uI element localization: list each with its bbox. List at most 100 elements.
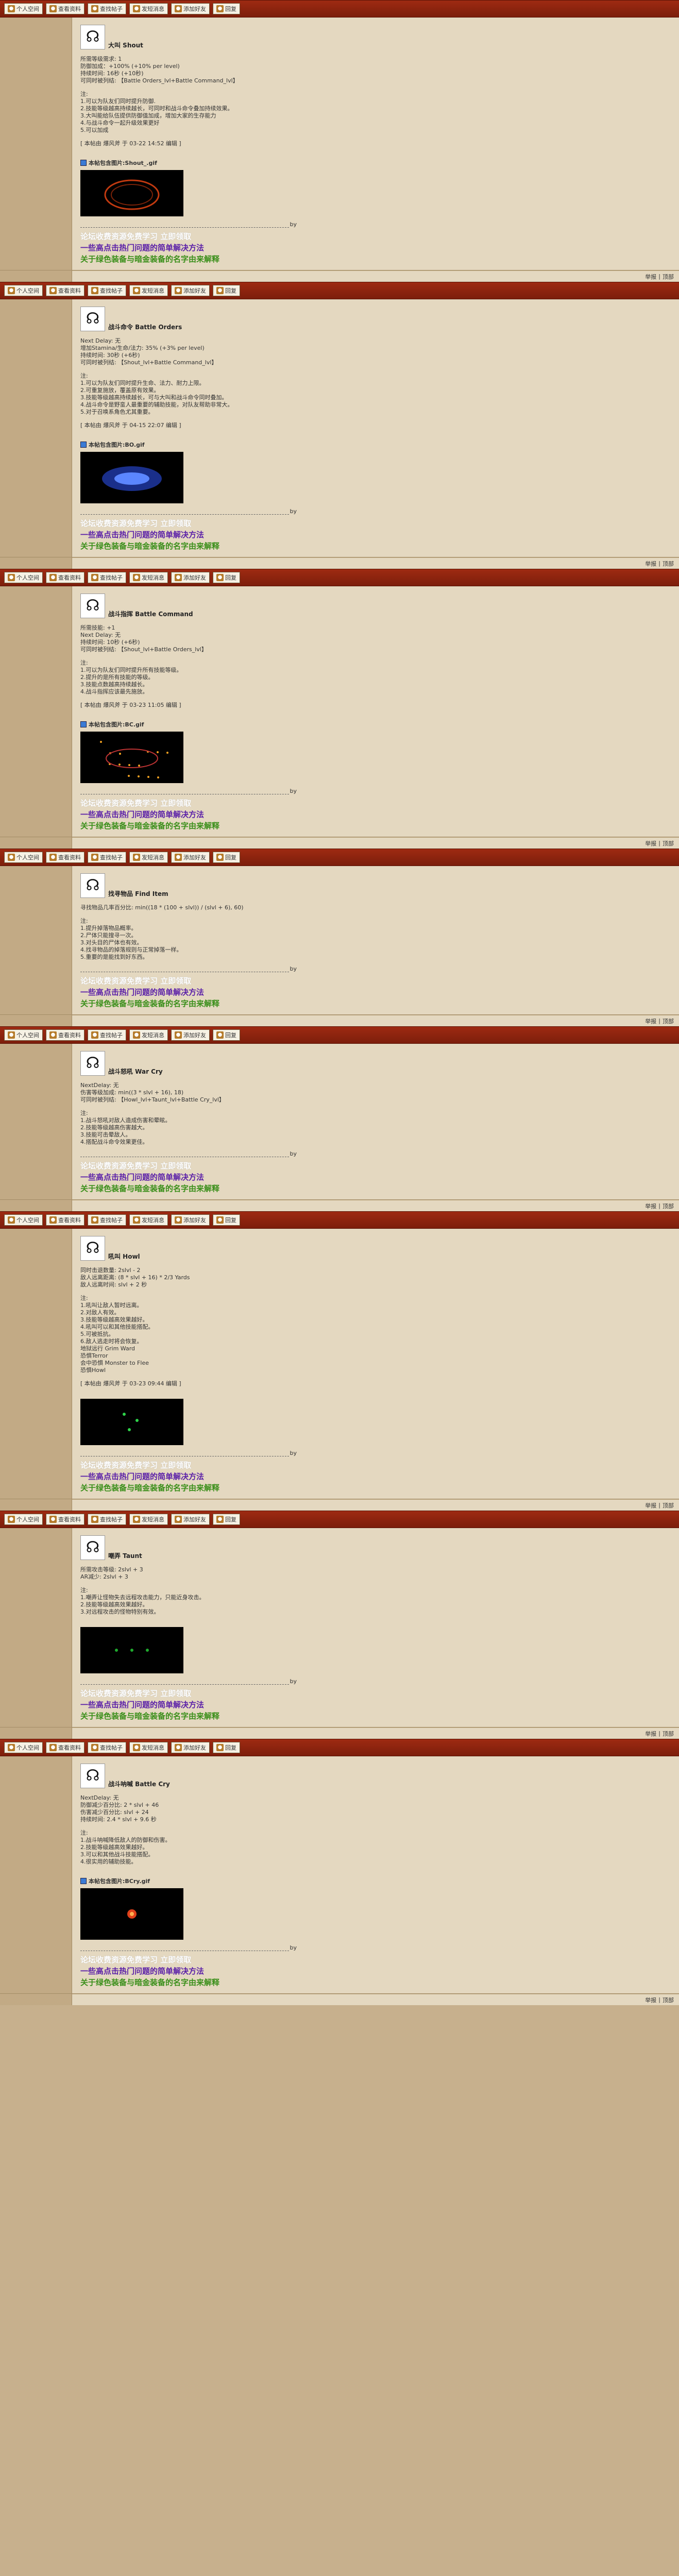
post-footer-side: [0, 1200, 72, 1211]
toolbar-button[interactable]: ● 回复: [213, 852, 240, 863]
toolbar-button[interactable]: ● 个人空间: [4, 572, 43, 583]
toolbar-button[interactable]: ● 回复: [213, 1214, 240, 1226]
attachment-filename[interactable]: 本帖包含图片:Shout_.gif: [89, 159, 157, 167]
toolbar-button[interactable]: ● 发短消息: [129, 1029, 168, 1041]
toolbar-button[interactable]: ● 个人空间: [4, 285, 43, 296]
top-link[interactable]: 顶部: [663, 839, 674, 848]
attachment-filename[interactable]: 本帖包含图片:BCry.gif: [89, 1877, 150, 1885]
toolbar-button[interactable]: ● 添加好友: [171, 1742, 210, 1753]
toolbar-button[interactable]: ● 查找帖子: [88, 852, 126, 863]
report-link[interactable]: 举报: [645, 1202, 656, 1210]
toolbar-button[interactable]: ● 个人空间: [4, 1214, 43, 1226]
signature-link-2[interactable]: 一些高点击热门问题的简单解决方法: [80, 242, 670, 253]
toolbar-button[interactable]: ● 回复: [213, 1029, 240, 1041]
report-link[interactable]: 举报: [645, 273, 656, 281]
toolbar-button[interactable]: ● 发短消息: [129, 1514, 168, 1525]
signature-link-3[interactable]: 关于绿色装备与暗金装备的名字由来解释: [80, 253, 670, 265]
toolbar-button[interactable]: ● 回复: [213, 285, 240, 296]
signature-link-1[interactable]: 论坛收费资源免费学习 立即领取: [80, 1688, 670, 1699]
toolbar-button[interactable]: ● 回复: [213, 572, 240, 583]
toolbar-button[interactable]: ● 查找帖子: [88, 1214, 126, 1226]
signature-link-3[interactable]: 关于绿色装备与暗金装备的名字由来解释: [80, 998, 670, 1009]
signature-link-2[interactable]: 一些高点击热门问题的简单解决方法: [80, 987, 670, 998]
signature-link-1[interactable]: 论坛收费资源免费学习 立即领取: [80, 1460, 670, 1471]
toolbar-button[interactable]: ● 个人空间: [4, 3, 43, 14]
top-link[interactable]: 顶部: [663, 560, 674, 568]
signature-link-3[interactable]: 关于绿色装备与暗金装备的名字由来解释: [80, 540, 670, 552]
signature-link-3[interactable]: 关于绿色装备与暗金装备的名字由来解释: [80, 1710, 670, 1722]
toolbar-button[interactable]: ● 发短消息: [129, 1214, 168, 1226]
toolbar-button[interactable]: ● 个人空间: [4, 1514, 43, 1525]
toolbar-button[interactable]: ● 查看资料: [46, 1514, 84, 1525]
signature-link-2[interactable]: 一些高点击热门问题的简单解决方法: [80, 1699, 670, 1710]
signature-link-1[interactable]: 论坛收费资源免费学习 立即领取: [80, 975, 670, 987]
report-link[interactable]: 举报: [645, 1730, 656, 1738]
toolbar-button[interactable]: ● 发短消息: [129, 1742, 168, 1753]
toolbar-button[interactable]: ● 添加好友: [171, 572, 210, 583]
attachment-filename[interactable]: 本帖包含图片:BC.gif: [89, 720, 144, 728]
toolbar-button[interactable]: ● 回复: [213, 1742, 240, 1753]
signature-link-1[interactable]: 论坛收费资源免费学习 立即领取: [80, 518, 670, 529]
report-link[interactable]: 举报: [645, 560, 656, 568]
skill-attribute: 可同时被列结: 【Shout_lvl+Battle Command_lvl】: [80, 359, 217, 366]
toolbar-button[interactable]: ● 查找帖子: [88, 3, 126, 14]
toolbar-button[interactable]: ● 查看资料: [46, 1214, 84, 1226]
toolbar-button[interactable]: ● 回复: [213, 3, 240, 14]
skill-header: ☊ 战斗怒吼 War Cry: [80, 1051, 670, 1076]
toolbar-button[interactable]: ● 添加好友: [171, 852, 210, 863]
signature-link-3[interactable]: 关于绿色装备与暗金装备的名字由来解释: [80, 1482, 670, 1494]
signature-link-2[interactable]: 一些高点击热门问题的简单解决方法: [80, 1172, 670, 1183]
toolbar-button[interactable]: ● 查看资料: [46, 1742, 84, 1753]
toolbar-button[interactable]: ● 查看资料: [46, 572, 84, 583]
skill-note: 3.对头目的尸体也有效。: [80, 939, 143, 946]
report-link[interactable]: 举报: [645, 839, 656, 848]
toolbar-button[interactable]: ● 添加好友: [171, 1029, 210, 1041]
toolbar-button[interactable]: ● 个人空间: [4, 1029, 43, 1041]
post-footer-row: 举报 | 顶部: [0, 837, 679, 849]
skill-note: 3.技能点数越高持续越长。: [80, 681, 148, 688]
top-link[interactable]: 顶部: [663, 1202, 674, 1210]
signature-link-1[interactable]: 论坛收费资源免费学习 立即领取: [80, 231, 670, 242]
signature-link-1[interactable]: 论坛收费资源免费学习 立即领取: [80, 1160, 670, 1172]
signature-link-1[interactable]: 论坛收费资源免费学习 立即领取: [80, 1954, 670, 1965]
toolbar-button[interactable]: ● 查找帖子: [88, 1514, 126, 1525]
toolbar-button[interactable]: ● 查看资料: [46, 285, 84, 296]
signature-link-3[interactable]: 关于绿色装备与暗金装备的名字由来解释: [80, 1183, 670, 1194]
toolbar-button[interactable]: ● 个人空间: [4, 1742, 43, 1753]
top-link[interactable]: 顶部: [663, 1996, 674, 2004]
toolbar-button[interactable]: ● 发短消息: [129, 285, 168, 296]
toolbar-button[interactable]: ● 查看资料: [46, 3, 84, 14]
attachment-filename[interactable]: 本帖包含图片:BO.gif: [89, 440, 145, 449]
top-link[interactable]: 顶部: [663, 273, 674, 281]
toolbar-button[interactable]: ● 查看资料: [46, 852, 84, 863]
toolbar-button[interactable]: ● 回复: [213, 1514, 240, 1525]
toolbar-button[interactable]: ● 添加好友: [171, 3, 210, 14]
signature-link-3[interactable]: 关于绿色装备与暗金装备的名字由来解释: [80, 1977, 670, 1988]
toolbar-button[interactable]: ● 添加好友: [171, 1214, 210, 1226]
signature-link-2[interactable]: 一些高点击热门问题的简单解决方法: [80, 1965, 670, 1977]
top-link[interactable]: 顶部: [663, 1730, 674, 1738]
toolbar-button[interactable]: ● 查看资料: [46, 1029, 84, 1041]
toolbar-button[interactable]: ● 添加好友: [171, 1514, 210, 1525]
skill-note: 4.吼叫可以和其他技能搭配。: [80, 1324, 154, 1330]
toolbar-button[interactable]: ● 个人空间: [4, 852, 43, 863]
toolbar-button[interactable]: ● 查找帖子: [88, 1029, 126, 1041]
signature-link-2[interactable]: 一些高点击热门问题的简单解决方法: [80, 809, 670, 820]
toolbar-button[interactable]: ● 查找帖子: [88, 572, 126, 583]
top-link[interactable]: 顶部: [663, 1017, 674, 1025]
signature-link-1[interactable]: 论坛收费资源免费学习 立即领取: [80, 798, 670, 809]
signature-link-3[interactable]: 关于绿色装备与暗金装备的名字由来解释: [80, 820, 670, 832]
top-link[interactable]: 顶部: [663, 1501, 674, 1510]
toolbar-button-label: 发短消息: [142, 1744, 164, 1751]
toolbar-button[interactable]: ● 查找帖子: [88, 285, 126, 296]
report-link[interactable]: 举报: [645, 1501, 656, 1510]
toolbar-button[interactable]: ● 查找帖子: [88, 1742, 126, 1753]
toolbar-button[interactable]: ● 发短消息: [129, 572, 168, 583]
toolbar-button[interactable]: ● 发短消息: [129, 3, 168, 14]
report-link[interactable]: 举报: [645, 1996, 656, 2004]
signature-link-2[interactable]: 一些高点击热门问题的简单解决方法: [80, 529, 670, 540]
toolbar-button[interactable]: ● 发短消息: [129, 852, 168, 863]
report-link[interactable]: 举报: [645, 1017, 656, 1025]
toolbar-button[interactable]: ● 添加好友: [171, 285, 210, 296]
signature-link-2[interactable]: 一些高点击热门问题的简单解决方法: [80, 1471, 670, 1482]
